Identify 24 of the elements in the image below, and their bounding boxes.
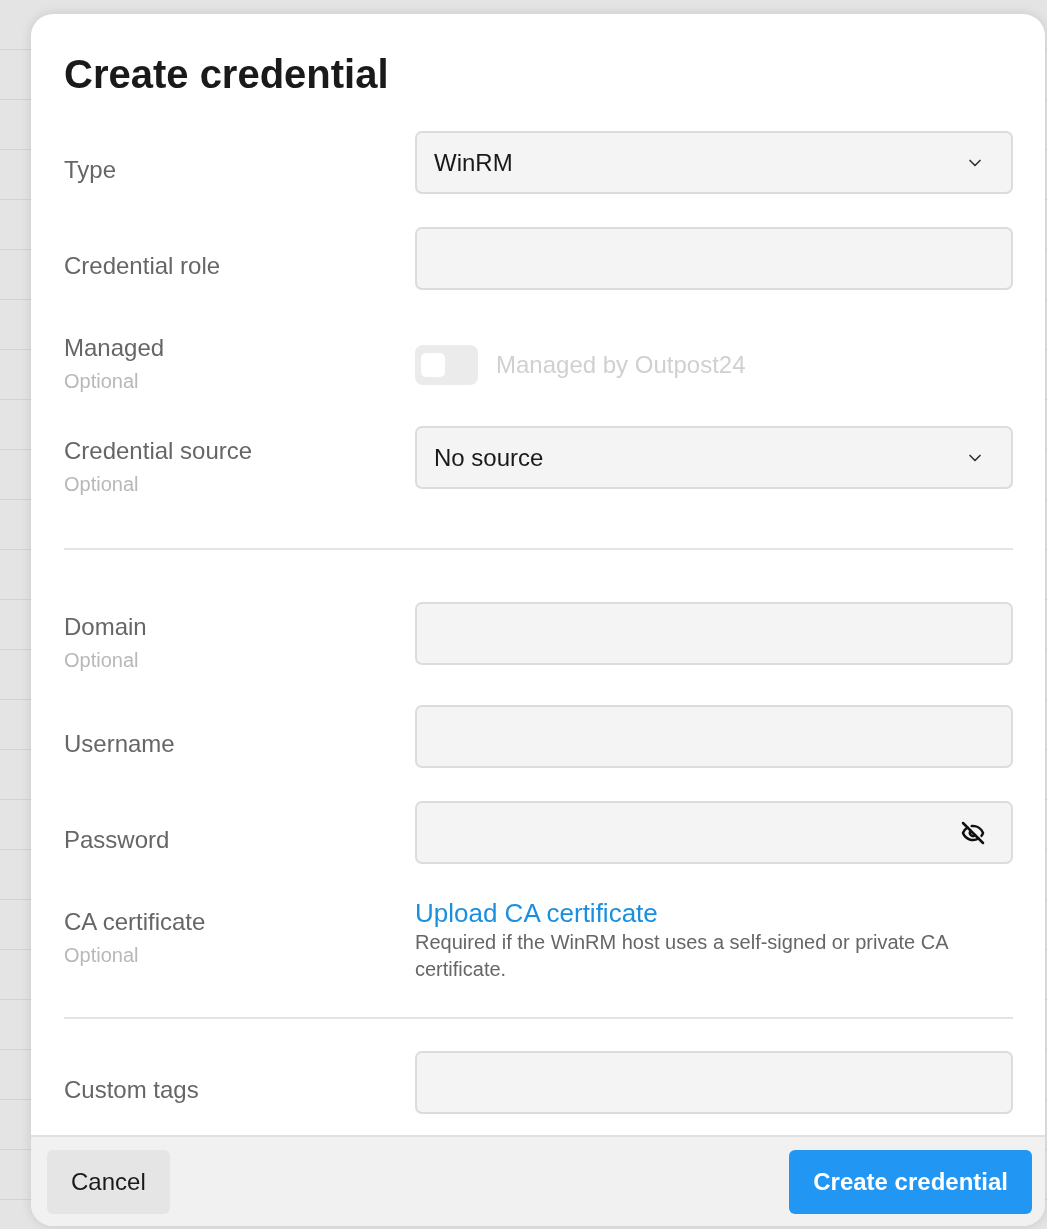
optional-hint: Optional [64, 648, 140, 672]
optional-hint: Optional [64, 472, 140, 496]
field-label: Custom tags [64, 1075, 200, 1105]
select-field[interactable]: No source [415, 426, 1013, 489]
field-label: Credential role [64, 251, 222, 281]
input-field[interactable] [415, 602, 1013, 665]
field-label: Username [64, 729, 176, 759]
select-field[interactable]: WinRM [415, 131, 1013, 194]
field-label: Domain [64, 612, 148, 642]
input-field[interactable] [415, 1051, 1013, 1114]
field-label: Password [64, 825, 171, 855]
dialog-title: Create credential [64, 51, 390, 98]
password-field[interactable] [415, 801, 1013, 864]
optional-hint: Optional [64, 943, 140, 967]
field-label: CA certificate [64, 907, 207, 937]
field-label: Managed [64, 333, 166, 363]
cancel-button[interactable]: Cancel [47, 1149, 170, 1214]
optional-hint: Optional [64, 369, 140, 393]
field-label: Type [64, 155, 118, 185]
input-field[interactable] [415, 227, 1013, 290]
input-field[interactable] [415, 705, 1013, 768]
help-text: Required if the WinRM host uses a self-signed or private CA certificate. [415, 930, 949, 982]
field-label: Credential source [64, 436, 254, 466]
eye-off-icon[interactable] [961, 820, 985, 845]
